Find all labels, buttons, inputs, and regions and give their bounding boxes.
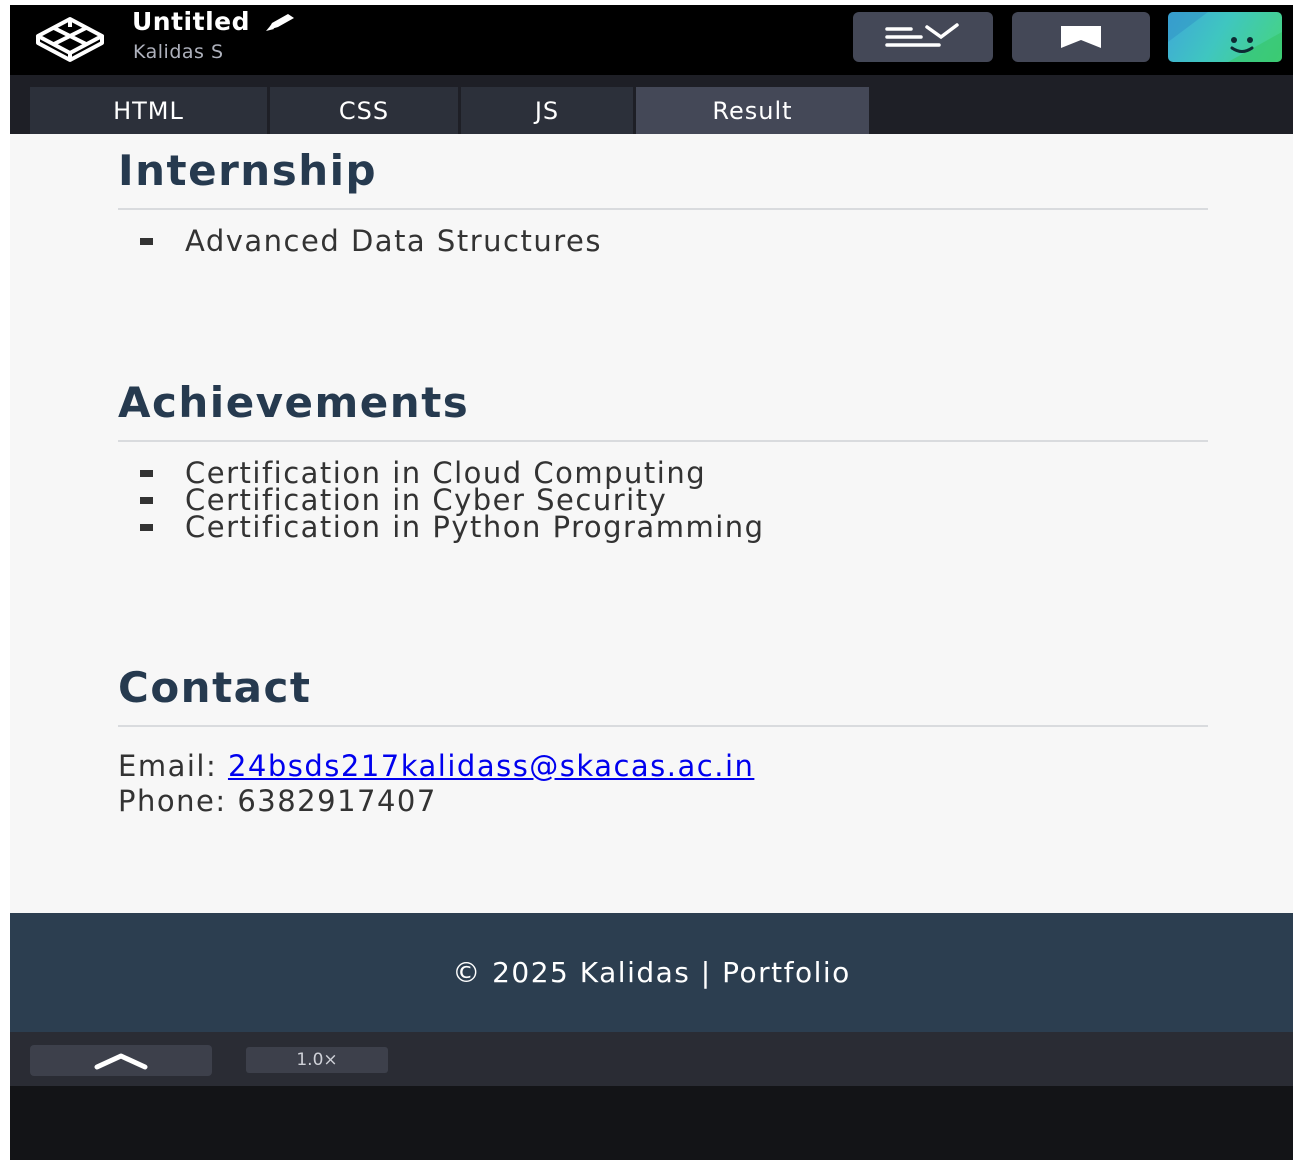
result-preview[interactable]: Internship Advanced Data Structures Achi… (10, 134, 1293, 913)
email-link[interactable]: 24bsds217kalidass@skacas.ac.in (228, 749, 754, 783)
top-header: Untitled Kalidas S (10, 5, 1293, 75)
email-label: Email: (118, 749, 218, 783)
phone-number: 6382917407 (237, 784, 437, 818)
internship-heading: Internship (118, 142, 1208, 210)
console-area (10, 1086, 1293, 1160)
bottom-toolbar: 1.0× (10, 1032, 1293, 1086)
list-item: Certification in Python Programming (140, 513, 1208, 542)
bookmark-icon (1061, 26, 1101, 48)
bullet-icon (140, 497, 153, 504)
expand-console-button[interactable] (30, 1045, 212, 1076)
contact-heading: Contact (118, 659, 1208, 727)
tab-js[interactable]: JS (461, 87, 633, 134)
portfolio-footer: © 2025 Kalidas | Portfolio (10, 913, 1293, 1032)
bullet-icon (140, 238, 153, 245)
layout-menu-icon (885, 23, 959, 47)
pen-title-text: Untitled (132, 7, 250, 36)
contact-details: Email: 24bsds217kalidass@skacas.ac.in Ph… (118, 749, 1208, 819)
achievements-section: Achievements Certification in Cloud Comp… (118, 374, 1208, 542)
pencil-icon[interactable] (264, 12, 298, 32)
codepen-cube-icon[interactable] (32, 13, 108, 63)
save-bookmark-button[interactable] (1012, 12, 1150, 62)
smiley-face-icon (1168, 12, 1282, 62)
editor-tabs: HTML CSS JS Result (10, 75, 1293, 134)
pen-title[interactable]: Untitled (132, 7, 298, 36)
tab-html[interactable]: HTML (30, 87, 267, 134)
phone-line: Phone: 6382917407 (118, 784, 1208, 819)
list-item: Advanced Data Structures (140, 227, 1208, 256)
internship-list: Advanced Data Structures (118, 227, 1208, 256)
codepen-editor: Untitled Kalidas S HTML CSS JS Result In… (10, 5, 1293, 1160)
internship-section: Internship Advanced Data Structures (118, 142, 1208, 256)
contact-section: Contact Email: 24bsds217kalidass@skacas.… (118, 659, 1208, 819)
email-line: Email: 24bsds217kalidass@skacas.ac.in (118, 749, 1208, 784)
chevron-up-icon (94, 1053, 148, 1069)
achievements-list: Certification in Cloud Computing Certifi… (118, 459, 1208, 542)
pen-owner[interactable]: Kalidas S (133, 41, 224, 63)
achievements-heading: Achievements (118, 374, 1208, 442)
zoom-level[interactable]: 1.0× (246, 1047, 388, 1073)
bullet-icon (140, 470, 153, 477)
change-layout-button[interactable] (853, 12, 993, 62)
phone-label: Phone: (118, 784, 227, 818)
bullet-icon (140, 524, 153, 531)
user-avatar[interactable] (1168, 12, 1282, 62)
tab-result[interactable]: Result (636, 87, 869, 134)
tab-css[interactable]: CSS (270, 87, 458, 134)
